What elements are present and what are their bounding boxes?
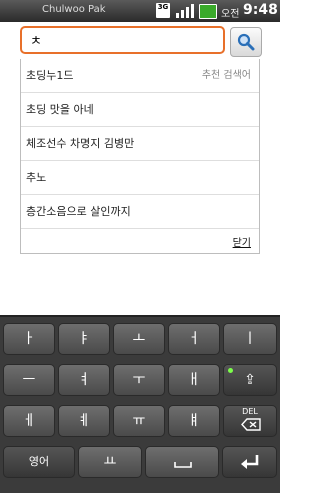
suggestion-item[interactable]: 초딩누1드 추천 검색어 bbox=[21, 59, 259, 93]
status-title: Chulwoo Pak bbox=[42, 4, 106, 15]
status-ampm: 오전 bbox=[221, 9, 240, 20]
search-button[interactable] bbox=[230, 27, 262, 57]
backspace-icon bbox=[241, 418, 261, 431]
key-ye[interactable]: ㅖ bbox=[58, 405, 110, 437]
delete-key[interactable]: DEL bbox=[223, 405, 277, 437]
suggestion-hint: 추천 검색어 bbox=[201, 70, 251, 81]
signal-icon bbox=[176, 3, 194, 18]
network-3g-icon: 3G bbox=[156, 3, 170, 18]
key-ya[interactable]: ㅑ bbox=[58, 323, 110, 355]
language-toggle-key[interactable]: 영어 bbox=[3, 446, 75, 478]
search-icon bbox=[237, 33, 255, 51]
soft-keyboard: ㅏ ㅑ ㅗ ㅓ ㅣ ㅡ ㅕ ㅜ ㅐ ⇪ ㅔ ㅖ ㅠ ㅒ DEL 영어 ㅛ bbox=[0, 315, 280, 493]
suggestion-text: 추노 bbox=[26, 171, 47, 184]
suggestion-text: 초딩누1드 bbox=[26, 69, 74, 82]
suggestion-item[interactable]: 초딩 맛을 아네 bbox=[21, 93, 259, 127]
space-key[interactable] bbox=[145, 446, 219, 478]
key-a[interactable]: ㅏ bbox=[3, 323, 55, 355]
key-eu[interactable]: ㅡ bbox=[3, 364, 55, 396]
suggestion-item[interactable]: 추노 bbox=[21, 161, 259, 195]
key-e[interactable]: ㅔ bbox=[3, 405, 55, 437]
key-yo[interactable]: ㅛ bbox=[78, 446, 142, 478]
key-yu[interactable]: ㅠ bbox=[113, 405, 165, 437]
status-time: 9:48 bbox=[243, 2, 278, 18]
search-row: ㅊ bbox=[0, 22, 280, 60]
search-input[interactable]: ㅊ bbox=[20, 26, 225, 54]
battery-icon bbox=[199, 4, 217, 19]
suggestion-item[interactable]: 층간소음으로 살인까지 bbox=[21, 195, 259, 229]
suggestion-text: 체조선수 차명지 김병만 bbox=[26, 137, 135, 150]
suggestion-item[interactable]: 체조선수 차명지 김병만 bbox=[21, 127, 259, 161]
shift-key[interactable]: ⇪ bbox=[223, 364, 277, 396]
shift-icon: ⇪ bbox=[244, 372, 256, 388]
key-ae[interactable]: ㅐ bbox=[168, 364, 220, 396]
suggestion-list: 초딩누1드 추천 검색어 초딩 맛을 아네 체조선수 차명지 김병만 추노 층간… bbox=[20, 59, 260, 254]
key-u[interactable]: ㅜ bbox=[113, 364, 165, 396]
space-icon bbox=[174, 461, 192, 469]
shift-indicator bbox=[228, 368, 233, 373]
key-i[interactable]: ㅣ bbox=[223, 323, 277, 355]
delete-label: DEL bbox=[242, 407, 258, 416]
suggestion-text: 층간소음으로 살인까지 bbox=[26, 205, 131, 218]
key-yeo[interactable]: ㅕ bbox=[58, 364, 110, 396]
status-bar: Chulwoo Pak 3G 오전 9:48 bbox=[0, 0, 280, 22]
close-suggestions-link[interactable]: 닫기 bbox=[233, 234, 251, 249]
key-eo[interactable]: ㅓ bbox=[168, 323, 220, 355]
enter-icon bbox=[240, 454, 260, 471]
key-yae[interactable]: ㅒ bbox=[168, 405, 220, 437]
enter-key[interactable] bbox=[222, 446, 277, 478]
key-o[interactable]: ㅗ bbox=[113, 323, 165, 355]
suggestion-text: 초딩 맛을 아네 bbox=[26, 103, 94, 116]
